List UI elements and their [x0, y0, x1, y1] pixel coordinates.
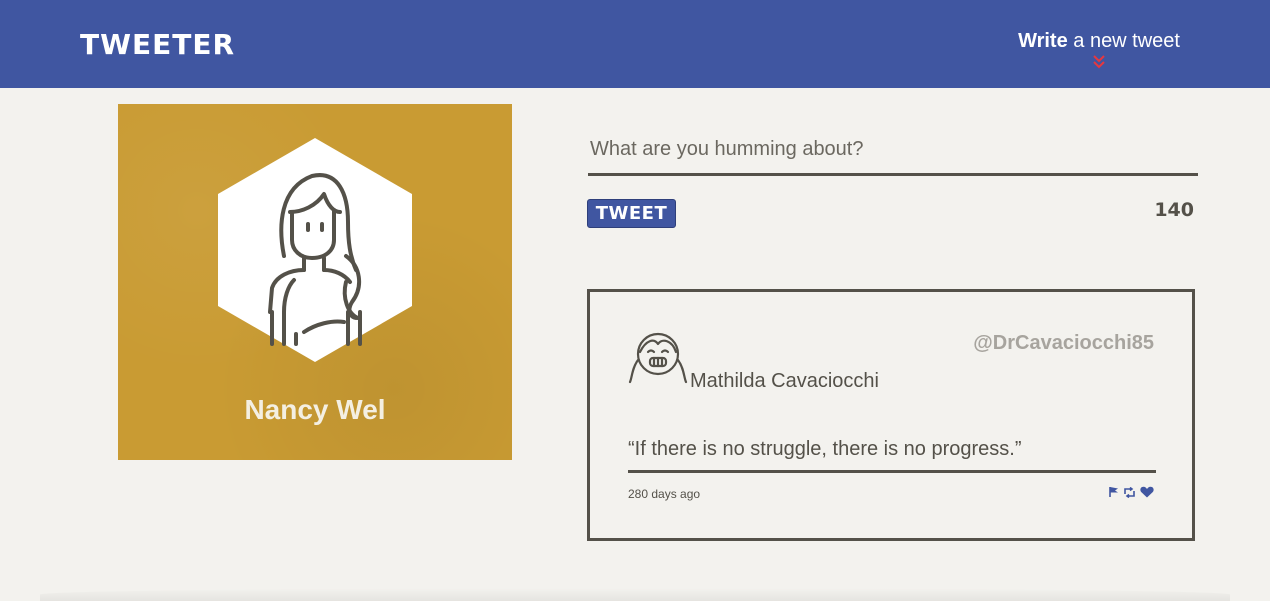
profile-card: Nancy Wel [118, 104, 512, 460]
top-nav: TWEETER Write a new tweet [0, 0, 1270, 88]
compose-link-strong: Write [1018, 30, 1068, 52]
profile-avatar [216, 136, 414, 364]
character-counter: 140 [1154, 199, 1194, 221]
write-new-tweet-link[interactable]: Write a new tweet [1018, 30, 1180, 69]
tweet-divider [628, 470, 1156, 473]
tweet-author-name: Mathilda Cavaciocchi [690, 370, 879, 392]
compose-link-rest: a new tweet [1067, 30, 1180, 52]
bottom-shadow [40, 588, 1230, 601]
woman-avatar-icon [218, 138, 412, 362]
double-chevron-down-icon [1093, 55, 1105, 69]
profile-name: Nancy Wel [244, 394, 386, 425]
tweet-author-handle: @DrCavaciocchi85 [973, 332, 1154, 354]
tweet-submit-button[interactable]: TWEET [587, 199, 676, 228]
tweet-card: Mathilda Cavaciocchi @DrCavaciocchi85 “I… [587, 289, 1195, 541]
tweet-text: “If there is no struggle, there is no pr… [628, 438, 1022, 460]
heart-icon[interactable] [1140, 486, 1154, 498]
tweet-timestamp: 280 days ago [628, 487, 701, 501]
girl-smiling-avatar-icon [628, 332, 688, 384]
tweet-actions [1109, 486, 1154, 498]
tweet-text-input[interactable] [588, 128, 1198, 176]
brand-logo[interactable]: TWEETER [80, 28, 235, 61]
retweet-icon[interactable] [1123, 486, 1136, 498]
flag-icon[interactable] [1109, 486, 1119, 498]
